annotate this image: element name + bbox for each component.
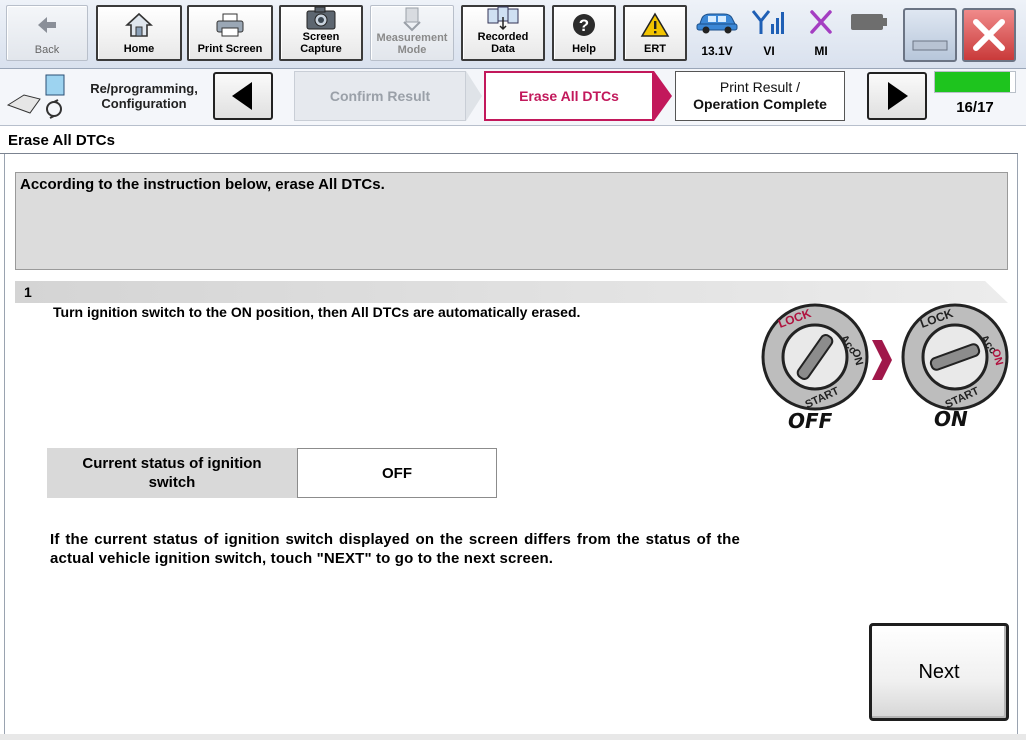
- print-screen-button[interactable]: Print Screen: [187, 5, 273, 61]
- reprogramming-icon: [6, 73, 68, 121]
- step-erase-all-dtcs-label: Erase All DTCs: [519, 87, 619, 104]
- recorded-data-icon: [485, 5, 521, 31]
- ignition-status-value-text: OFF: [382, 464, 412, 482]
- recorded-data-label-2: Data: [491, 43, 515, 55]
- off-caption: OFF: [788, 409, 833, 432]
- minimize-icon: [912, 40, 948, 51]
- measurement-mode-label-1: Measurement: [376, 32, 448, 44]
- disconnected-icon: [810, 10, 832, 34]
- step-erase-all-dtcs: Erase All DTCs: [484, 71, 654, 121]
- next-button-label: Next: [918, 660, 960, 683]
- current-step-chevron-icon: [654, 71, 672, 121]
- screen-capture-button[interactable]: Screen Capture: [279, 5, 363, 61]
- progress-text: 16/17: [956, 99, 994, 116]
- left-arrow-icon: [232, 82, 252, 110]
- print-screen-label: Print Screen: [197, 43, 263, 55]
- workflow-navigation: Re/programming, Configuration Confirm Re…: [0, 69, 1026, 126]
- mismatch-note: If the current status of ignition switch…: [50, 531, 740, 567]
- voltage-readout: 13.1V: [701, 44, 733, 58]
- minimize-button[interactable]: [903, 8, 957, 62]
- battery-status: [844, 8, 894, 39]
- mi-label: MI: [814, 44, 828, 58]
- battery-voltage-status: 13.1V: [692, 8, 742, 58]
- close-icon: [973, 19, 1005, 51]
- step-print-result-label-2: Operation Complete: [693, 96, 827, 112]
- right-arrow-icon: [888, 82, 908, 110]
- step-print-result-label-1: Print Result /: [719, 79, 801, 95]
- back-button-label: Back: [34, 44, 60, 56]
- status-panel: 13.1V VI MI: [692, 2, 896, 64]
- vi-label: VI: [763, 44, 775, 58]
- section-title: Re/programming, Configuration: [84, 81, 204, 111]
- progress-bar-fill: [935, 72, 1011, 92]
- next-button[interactable]: Next: [869, 623, 1009, 721]
- svg-text:?: ?: [579, 16, 589, 35]
- step-number: 1: [24, 284, 32, 300]
- on-caption: ON: [934, 407, 968, 431]
- printer-icon: [214, 7, 246, 43]
- help-label: Help: [572, 43, 596, 55]
- help-icon: ?: [571, 7, 597, 43]
- screen-capture-label-2: Capture: [300, 43, 342, 55]
- progress-indicator: 16/17: [934, 71, 1020, 121]
- car-icon: [696, 13, 738, 34]
- step-confirm-result-label: Confirm Result: [329, 87, 431, 104]
- ignition-status-value: OFF: [297, 448, 497, 498]
- back-arrow-icon: [36, 6, 58, 44]
- recorded-data-button[interactable]: Recorded Data: [461, 5, 545, 61]
- title-divider: [0, 153, 1018, 154]
- measurement-mode-label-2: Mode: [397, 44, 427, 56]
- measurement-mode-button[interactable]: Measurement Mode: [370, 5, 454, 61]
- close-button[interactable]: [962, 8, 1016, 62]
- step-print-result: Print Result / Operation Complete: [675, 71, 845, 121]
- battery-icon: [851, 14, 887, 30]
- ignition-on-dial: LOCK Acc ON START ON: [901, 303, 1009, 431]
- step-header-band: [15, 281, 1008, 303]
- camera-icon: [304, 5, 338, 31]
- ignition-off-dial: LOCK Acc ON START OFF: [761, 303, 869, 432]
- step-instruction-text: Turn ignition switch to the ON position,…: [53, 304, 581, 320]
- transition-arrow-icon: [872, 340, 892, 380]
- ignition-status-table: Current status of ignition switch OFF: [47, 448, 497, 498]
- page-title: Erase All DTCs: [8, 132, 115, 149]
- bottom-strip: [0, 734, 1026, 740]
- home-button[interactable]: Home: [96, 5, 182, 61]
- instruction-box: According to the instruction below, eras…: [15, 172, 1008, 270]
- home-button-label: Home: [123, 43, 155, 55]
- recorded-data-label-1: Recorded: [477, 31, 529, 43]
- ert-button[interactable]: ERT: [623, 5, 687, 61]
- section-title-line-1: Re/programming,: [90, 81, 198, 96]
- ignition-switch-illustration: LOCK Acc ON START OFF LOCK Acc ON START …: [761, 303, 1009, 432]
- ert-label: ERT: [644, 43, 666, 55]
- mi-status: MI: [796, 8, 846, 58]
- ignition-status-label: Current status of ignition switch: [47, 448, 297, 498]
- next-step-arrow-button[interactable]: [867, 72, 927, 120]
- measurement-icon: [399, 6, 425, 32]
- screen-capture-label-1: Screen: [302, 31, 340, 43]
- previous-step-button[interactable]: [213, 72, 273, 120]
- instruction-text: According to the instruction below, eras…: [20, 176, 385, 193]
- vi-status: VI: [744, 8, 794, 58]
- ignition-status-label-line-1: Current status of ignition: [82, 455, 262, 472]
- progress-bar-track: [934, 71, 1016, 93]
- signal-icon: [751, 10, 784, 34]
- section-title-line-2: Configuration: [101, 96, 187, 111]
- home-icon: [125, 7, 153, 43]
- help-button[interactable]: ? Help: [552, 5, 616, 61]
- main-toolbar: Back Home Print Screen Screen Capture Me…: [0, 0, 1026, 69]
- ignition-status-label-line-2: switch: [148, 474, 196, 491]
- back-button[interactable]: Back: [6, 5, 88, 61]
- step-chevron-icon: [466, 71, 482, 121]
- step-confirm-result: Confirm Result: [294, 71, 466, 121]
- warning-icon: [640, 7, 670, 43]
